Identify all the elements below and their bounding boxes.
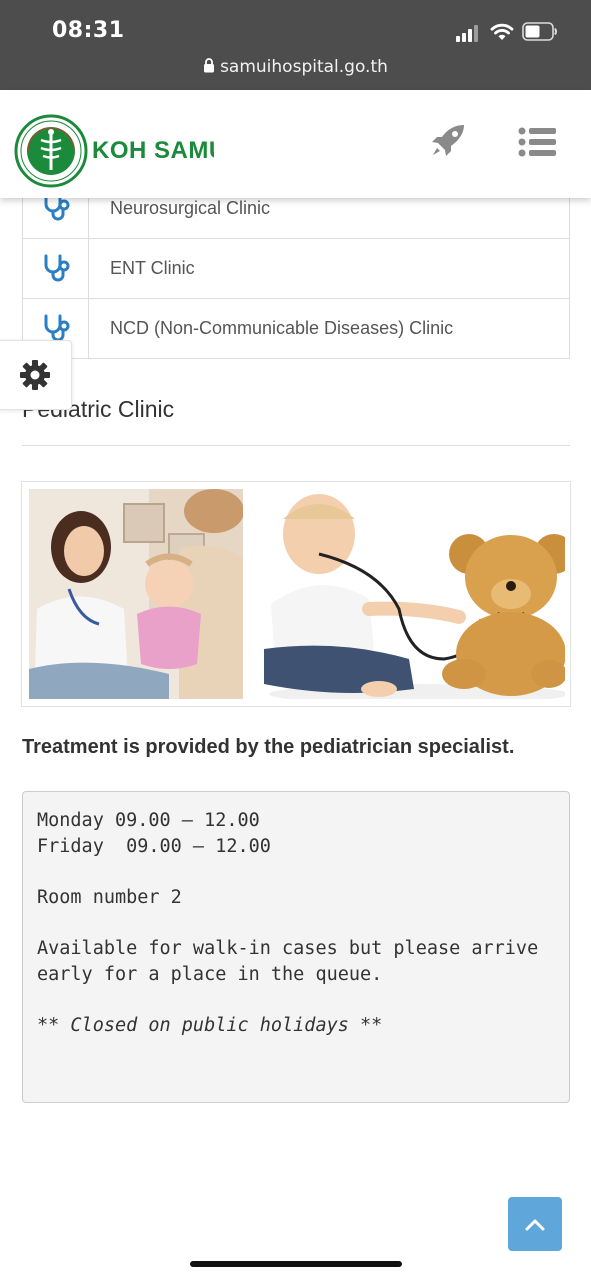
home-indicator[interactable] — [190, 1261, 402, 1267]
site-header: KOH SAMUI — [0, 90, 591, 198]
gear-icon — [19, 360, 50, 390]
clinic-label: NCD (Non-Communicable Diseases) Clinic — [110, 318, 454, 338]
clinic-label: ENT Clinic — [110, 258, 195, 278]
baby-with-teddy-bear-photo — [259, 489, 565, 699]
battery-icon — [522, 22, 557, 41]
clinic-row-ent[interactable]: ENT Clinic — [23, 238, 569, 298]
lock-icon — [204, 58, 215, 73]
chevron-up-icon — [525, 1219, 545, 1231]
cellular-signal-icon — [456, 24, 482, 42]
section-divider — [22, 445, 570, 446]
wifi-icon — [490, 23, 514, 40]
address-bar[interactable]: samuihospital.go.th — [0, 57, 591, 77]
room-number: Room number 2 — [37, 886, 182, 908]
schedule-box: Monday 09.00 – 12.00 Friday 09.00 – 12.0… — [22, 791, 570, 1103]
clinic-icon-cell — [23, 239, 89, 298]
status-bar: 08:31 samuihospital.go.th — [0, 0, 591, 90]
closed-holidays-note: ** Closed on public holidays ** — [37, 1014, 383, 1036]
schedule-line-monday: Monday 09.00 – 12.00 — [37, 810, 260, 831]
stethoscope-icon — [44, 254, 69, 281]
pediatric-image-frame — [21, 481, 571, 707]
clinic-list: Neurosurgical Clinic ENT Clinic NCD (Non… — [22, 178, 570, 359]
schedule-line-friday: Friday 09.00 – 12.00 — [37, 835, 271, 857]
brand-name: KOH SAMUI — [92, 137, 214, 164]
ministry-of-public-health-logo[interactable] — [14, 114, 88, 188]
settings-button[interactable] — [0, 340, 72, 410]
stethoscope-icon — [44, 314, 69, 341]
walkin-note-1: Available for walk-in cases but please a… — [37, 937, 539, 959]
clinic-row-ncd[interactable]: NCD (Non-Communicable Diseases) Clinic — [23, 298, 569, 358]
walkin-note-2: early for a place in the queue. — [37, 963, 383, 985]
url-text: samuihospital.go.th — [220, 57, 388, 77]
menu-list-icon[interactable] — [518, 126, 556, 158]
clock-time: 08:31 — [52, 18, 125, 43]
back-to-top-button[interactable] — [508, 1197, 562, 1251]
doctor-with-baby-photo — [29, 489, 243, 699]
treatment-note: Treatment is provided by the pediatricia… — [22, 736, 515, 758]
rocket-icon[interactable] — [430, 124, 466, 158]
